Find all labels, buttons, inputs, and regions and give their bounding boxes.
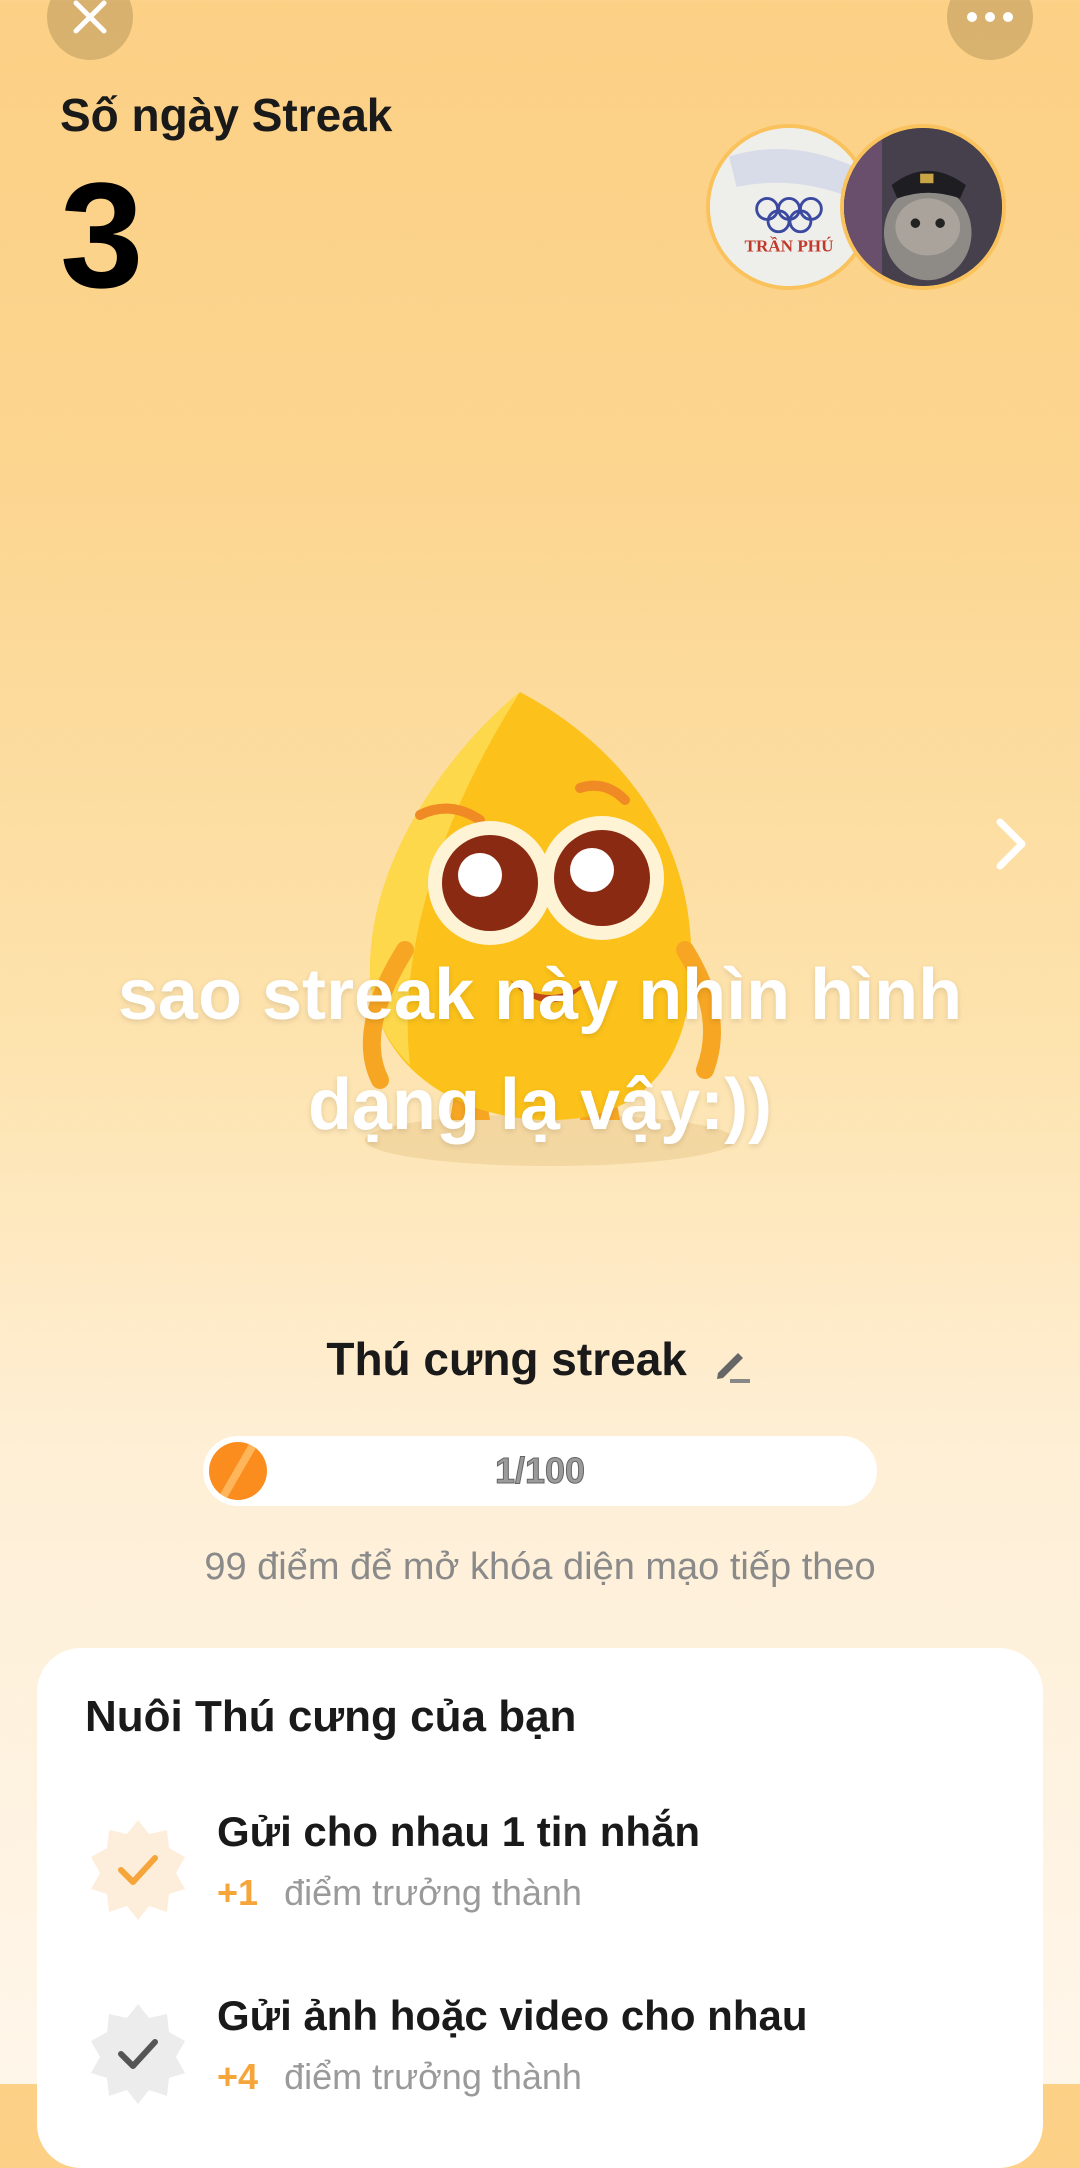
avatar-friend-2[interactable] xyxy=(840,124,1006,290)
unlock-hint: 99 điểm để mở khóa diện mạo tiếp theo xyxy=(204,1546,876,1588)
task-title: Gửi ảnh hoặc video cho nhau xyxy=(217,1992,808,2039)
task-check-icon xyxy=(91,2004,185,2104)
video-caption: sao streak này nhìn hình dạng lạ vậy:)) xyxy=(60,940,1020,1160)
task-done-check-icon xyxy=(91,1820,185,1920)
friend-avatars[interactable]: TRẦN PHÚ xyxy=(706,124,1010,296)
card-title: Nuôi Thú cưng của bạn xyxy=(85,1692,577,1741)
task-points-value: +1 xyxy=(217,1872,259,1913)
pet-title: Thú cưng streak xyxy=(326,1333,687,1385)
more-options-button[interactable] xyxy=(947,0,1033,60)
task-points-label: điểm trưởng thành xyxy=(284,1872,582,1913)
streak-label: Số ngày Streak xyxy=(60,89,393,141)
task-points-value: +4 xyxy=(217,2056,259,2097)
feed-pet-card: Nuôi Thú cưng của bạn Gửi cho nhau 1 tin… xyxy=(37,1648,1043,2168)
task-item[interactable]: Gửi cho nhau 1 tin nhắn +1 điểm trưởng t… xyxy=(85,1808,1005,1928)
avatar-badge-text: TRẦN PHÚ xyxy=(745,237,834,256)
growth-progress-bar: 1/100 xyxy=(203,1436,877,1506)
more-icon xyxy=(967,12,1013,22)
task-points: +4 điểm trưởng thành xyxy=(217,2056,582,2098)
chevron-right-icon[interactable] xyxy=(988,812,1034,876)
task-title: Gửi cho nhau 1 tin nhắn xyxy=(217,1808,701,1855)
caption-line-1: sao streak này nhìn hình xyxy=(117,955,963,1035)
close-button[interactable] xyxy=(47,0,133,60)
task-points: +1 điểm trưởng thành xyxy=(217,1872,582,1914)
task-points-label: điểm trưởng thành xyxy=(284,2056,582,2097)
progress-text: 1/100 xyxy=(494,1450,586,1492)
edit-pencil-icon[interactable] xyxy=(710,1341,754,1385)
task-item[interactable]: Gửi ảnh hoặc video cho nhau +4 điểm trưở… xyxy=(85,1992,1005,2112)
caption-line-2: dạng lạ vậy:)) xyxy=(307,1065,773,1145)
pet-title-row[interactable]: Thú cưng streak xyxy=(0,1332,1080,1386)
close-icon xyxy=(73,0,107,34)
streak-count: 3 xyxy=(60,151,144,319)
